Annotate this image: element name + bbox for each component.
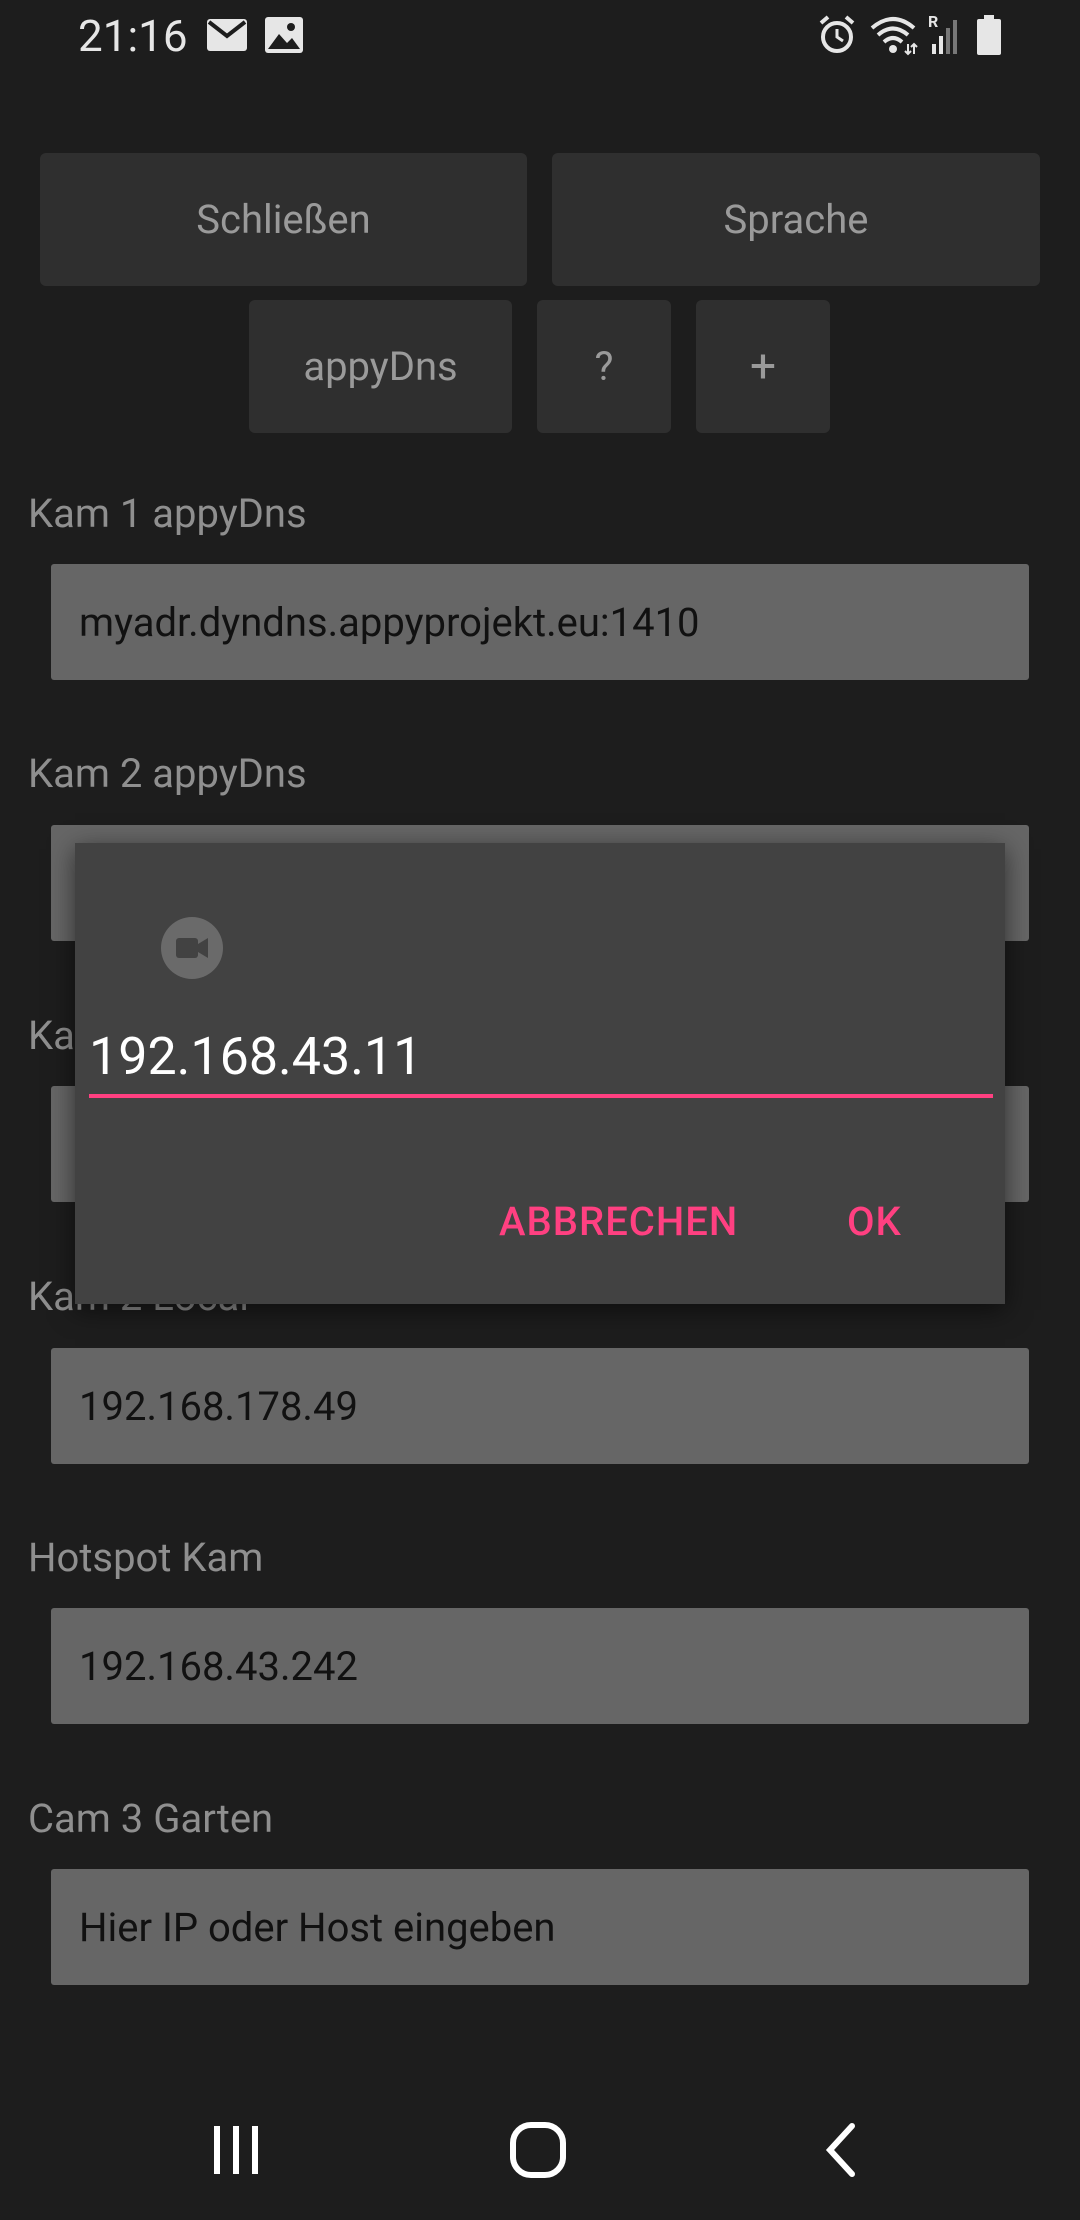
ip-input-field[interactable]: 192.168.43.11 bbox=[89, 1028, 993, 1098]
battery-icon bbox=[977, 15, 1001, 55]
signal-icon: R bbox=[926, 12, 966, 56]
recent-apps-icon[interactable] bbox=[206, 2122, 266, 2178]
alarm-icon bbox=[819, 15, 855, 53]
wifi-icon bbox=[870, 17, 918, 56]
add-button[interactable]: + bbox=[696, 300, 830, 433]
language-button[interactable]: Sprache bbox=[552, 153, 1040, 286]
ok-button[interactable]: OK bbox=[847, 1198, 902, 1245]
camera-icon bbox=[161, 917, 223, 979]
hotspot-kam-input[interactable]: 192.168.43.242 bbox=[51, 1608, 1029, 1724]
close-button[interactable]: Schließen bbox=[40, 153, 527, 286]
navigation-bar bbox=[0, 2080, 1080, 2220]
field-label: Hotspot Kam bbox=[28, 1534, 264, 1581]
image-icon bbox=[265, 17, 303, 53]
status-time: 21:16 bbox=[78, 10, 188, 62]
cancel-button[interactable]: ABBRECHEN bbox=[499, 1198, 738, 1245]
field-label: Kam 1 appyDns bbox=[28, 490, 307, 537]
field-label: Kam 2 appyDns bbox=[28, 750, 307, 797]
mail-icon bbox=[207, 19, 247, 51]
back-icon[interactable] bbox=[820, 2122, 864, 2178]
kam1-appydns-input[interactable]: myadr.dyndns.appyprojekt.eu:1410 bbox=[51, 564, 1029, 680]
home-icon[interactable] bbox=[508, 2120, 568, 2180]
help-button[interactable]: ? bbox=[537, 300, 671, 433]
kam2-local-input[interactable]: 192.168.178.49 bbox=[51, 1348, 1029, 1464]
appydns-button[interactable]: appyDns bbox=[249, 300, 512, 433]
cam3-garten-input[interactable]: Hier IP oder Host eingeben bbox=[51, 1869, 1029, 1985]
ip-input-dialog: 192.168.43.11 ABBRECHEN OK bbox=[75, 843, 1005, 1304]
field-label: Cam 3 Garten bbox=[28, 1795, 274, 1842]
status-bar: 21:16 R bbox=[0, 0, 1080, 80]
